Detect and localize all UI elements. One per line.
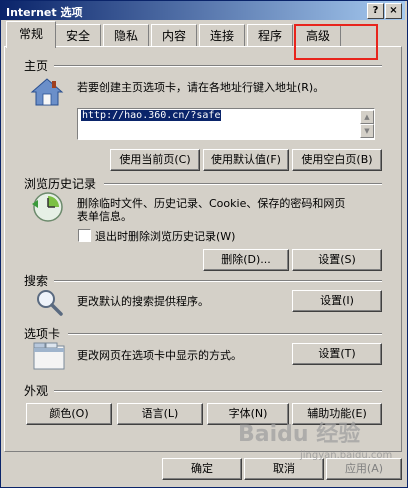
tab-programs[interactable]: 程序 (247, 24, 293, 47)
tabs-description: 更改网页在选项卡中显示的方式。 (77, 349, 242, 362)
homepage-description: 若要创建主页选项卡，请在各地址行键入地址(R)。 (77, 81, 325, 94)
search-separator (54, 280, 382, 282)
cancel-button[interactable]: 取消 (244, 458, 324, 480)
apply-button[interactable]: 应用(A) (326, 458, 402, 480)
history-settings-button[interactable]: 设置(S) (292, 249, 382, 271)
tab-privacy[interactable]: 隐私 (103, 24, 149, 47)
history-clock-icon (30, 190, 66, 227)
house-icon (30, 77, 64, 110)
languages-button[interactable]: 语言(L) (117, 403, 203, 425)
window-title: Internet 选项 (6, 6, 83, 19)
scroll-down-icon[interactable]: ▼ (360, 124, 374, 138)
use-blank-button[interactable]: 使用空白页(B) (292, 149, 382, 171)
tab-general[interactable]: 常规 (6, 21, 56, 48)
ok-button[interactable]: 确定 (162, 458, 242, 480)
appearance-section-label: 外观 (24, 384, 49, 398)
search-description: 更改默认的搜索提供程序。 (77, 295, 209, 308)
tab-connections[interactable]: 连接 (199, 24, 245, 47)
tab-security[interactable]: 安全 (55, 24, 101, 47)
appearance-separator (54, 390, 382, 392)
tabbed-window-icon (32, 341, 66, 374)
baidu-jingyan-watermark: Baidu 经验 (238, 422, 361, 447)
scroll-up-icon[interactable]: ▲ (360, 110, 374, 124)
help-button[interactable]: ? (367, 3, 384, 19)
tab-highlight-annotation (294, 24, 378, 60)
history-description-line2: 表单信息。 (77, 210, 132, 223)
magnifier-icon (34, 287, 64, 320)
colors-button[interactable]: 颜色(O) (26, 403, 112, 425)
homepage-url-value: http://hao.360.cn/?safe (81, 110, 222, 121)
close-button[interactable]: × (385, 3, 402, 19)
title-bar[interactable]: Internet 选项 ? × (1, 1, 405, 20)
use-current-button[interactable]: 使用当前页(C) (110, 149, 200, 171)
search-settings-button[interactable]: 设置(I) (292, 290, 382, 312)
delete-on-exit-checkbox[interactable] (78, 229, 91, 242)
homepage-section-label: 主页 (24, 59, 49, 73)
history-separator (104, 183, 382, 185)
tabs-separator (68, 333, 382, 335)
tabs-section-label: 选项卡 (24, 327, 61, 341)
use-default-button[interactable]: 使用默认值(F) (203, 149, 289, 171)
watermark-url: jingyan.baidu.com (300, 450, 393, 461)
homepage-separator (54, 65, 382, 67)
delete-history-button[interactable]: 删除(D)... (203, 249, 289, 271)
homepage-url-field[interactable]: http://hao.360.cn/?safe ▲ ▼ (77, 108, 375, 140)
tabs-settings-button[interactable]: 设置(T) (292, 343, 382, 365)
delete-on-exit-label: 退出时删除浏览历史记录(W) (95, 230, 236, 243)
tab-content[interactable]: 内容 (151, 24, 197, 47)
